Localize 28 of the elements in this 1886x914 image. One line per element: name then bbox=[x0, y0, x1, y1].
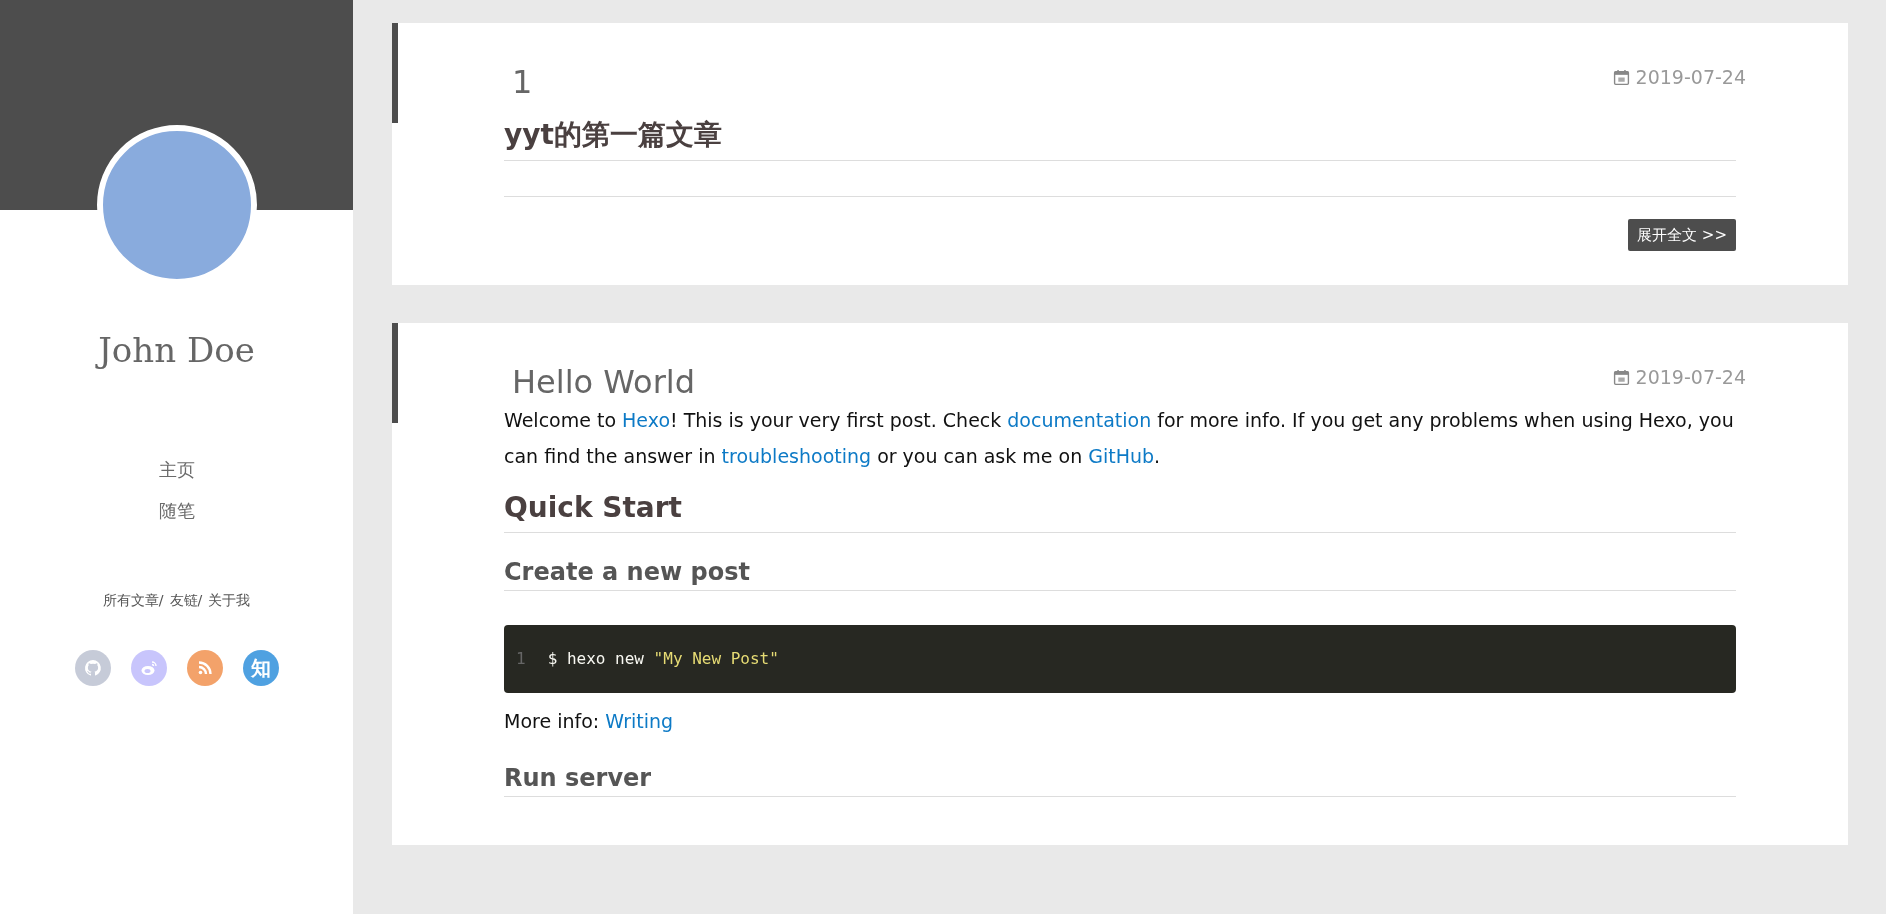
text-link[interactable]: GitHub bbox=[1088, 444, 1155, 467]
post-title[interactable]: 1 bbox=[512, 63, 533, 102]
section-heading: Quick Start bbox=[504, 489, 1736, 534]
calendar-icon bbox=[1612, 369, 1630, 387]
post-title[interactable]: Hello World bbox=[512, 363, 695, 402]
text-link[interactable]: documentation bbox=[1007, 408, 1152, 431]
paragraph: Welcome to Hexo! This is your very first post. Check documentation for more info. If you get any problems when using Hexo, you can find the answer in troubleshooting or you can ask me on GitHub. bbox=[504, 407, 1735, 469]
subsection-heading: Create a new post bbox=[504, 557, 1736, 592]
post-date: 2019-07-24 bbox=[1635, 65, 1746, 90]
footer-link[interactable]: 所有文章/ bbox=[102, 592, 164, 608]
post-date: 2019-07-24 bbox=[1635, 365, 1746, 391]
nav-link[interactable]: 随笔 bbox=[158, 497, 195, 524]
github-icon[interactable] bbox=[74, 650, 111, 686]
rss-icon[interactable] bbox=[186, 650, 223, 686]
nav-link[interactable]: 主页 bbox=[158, 456, 195, 483]
calendar-icon bbox=[1612, 68, 1630, 86]
read-more-button[interactable]: 展开全文 >> bbox=[1628, 218, 1736, 252]
paragraph: More info: Writing bbox=[504, 709, 675, 735]
text-link[interactable]: Writing bbox=[605, 710, 674, 733]
section-heading: yyt的第一篇文章 bbox=[504, 117, 1736, 161]
weibo-icon[interactable] bbox=[130, 650, 167, 686]
footer-link[interactable]: 友链/ bbox=[169, 592, 203, 608]
text-link[interactable]: Hexo bbox=[622, 408, 670, 431]
line-number: 1 bbox=[516, 648, 526, 671]
subsection-heading: Run server bbox=[504, 763, 1736, 798]
footer-link[interactable]: 关于我 bbox=[208, 592, 251, 608]
text-link[interactable]: troubleshooting bbox=[721, 444, 872, 467]
code-line: $ hexo new "My New Post" bbox=[547, 648, 779, 671]
